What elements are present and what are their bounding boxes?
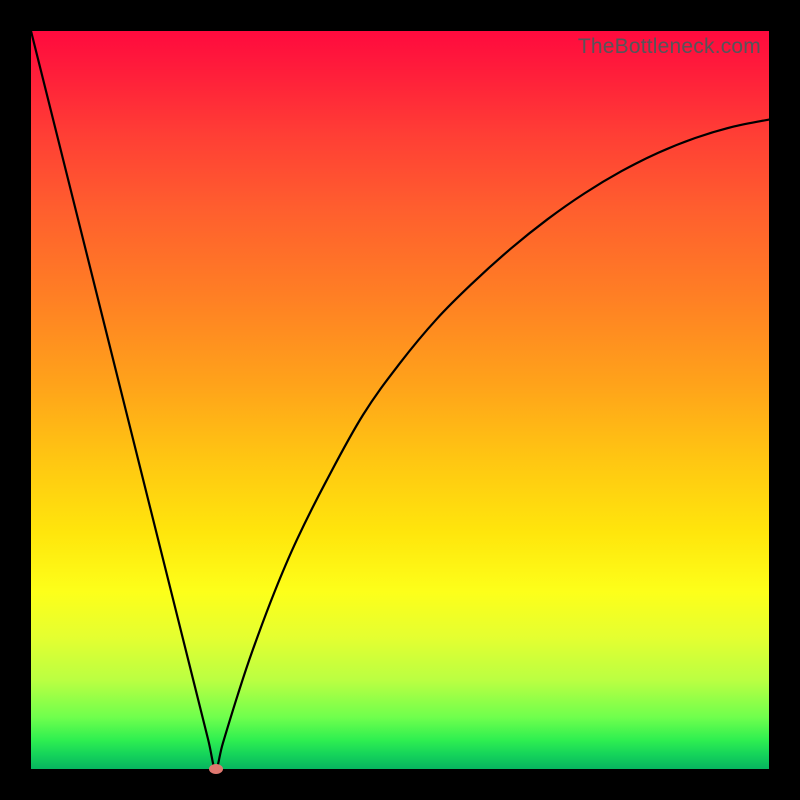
plot-area: TheBottleneck.com: [31, 31, 769, 769]
bottleneck-curve: [31, 31, 769, 769]
chart-frame: TheBottleneck.com: [0, 0, 800, 800]
optimum-marker: [209, 764, 223, 774]
